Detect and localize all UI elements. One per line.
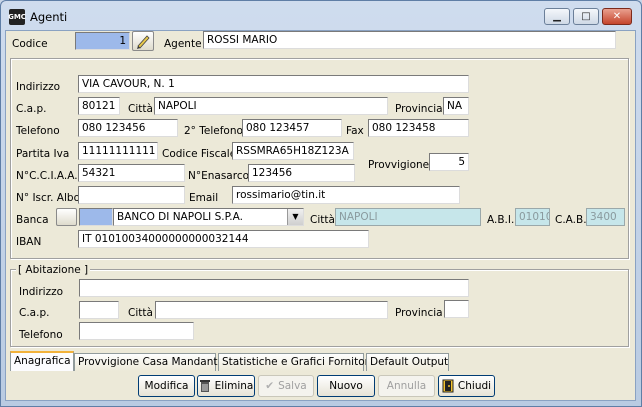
cab-input: 3400 — [586, 208, 625, 226]
title-bar[interactable]: GMC Agenti ▁ □ ✕ — [1, 1, 641, 31]
banca-selected-value: BANCO DI NAPOLI S.P.A. — [117, 211, 243, 223]
app-icon: GMC — [8, 9, 26, 25]
codice-fiscale-input[interactable]: RSSMRA65H18Z123A — [232, 142, 354, 160]
banca-citta-label: Città — [310, 214, 335, 226]
abitazione-provincia-label: Provincia — [395, 307, 443, 319]
salva-button[interactable]: ✔ Salva — [258, 375, 314, 397]
trash-icon — [199, 380, 210, 392]
provvigione-label: Provvigione — [368, 159, 430, 171]
tab-provvigione-casa-mandante[interactable]: Provvigione Casa Mandante — [74, 353, 224, 371]
provvigione-input[interactable]: 5 — [429, 153, 469, 171]
annulla-label: Annulla — [386, 380, 427, 392]
salva-label: Salva — [278, 380, 307, 392]
iban-label: IBAN — [16, 236, 42, 248]
iscr-albo-label: N° Iscr. Albo — [16, 192, 80, 204]
enasarco-input[interactable]: 123456 — [248, 164, 355, 182]
cciaa-input[interactable]: 54321 — [78, 164, 185, 182]
indirizzo-input[interactable]: VIA CAVOUR, N. 1 — [78, 75, 469, 93]
chevron-down-icon[interactable]: ▼ — [287, 209, 303, 225]
pencil-icon — [137, 35, 150, 49]
abitazione-indirizzo-label: Indirizzo — [19, 286, 64, 298]
banca-lookup-button[interactable] — [56, 208, 77, 226]
minimize-icon: ▁ — [553, 11, 561, 22]
codice-fiscale-label: Codice Fiscale — [162, 148, 237, 160]
tab-anagrafica[interactable]: Anagrafica — [10, 351, 74, 371]
telefono2-input[interactable]: 080 123457 — [242, 119, 342, 137]
tab-default-output[interactable]: Default Output — [366, 353, 449, 371]
nuovo-label: Nuovo — [329, 380, 363, 392]
tab-statistiche-grafici[interactable]: Statistiche e Grafici Fornitori — [218, 353, 372, 371]
codice-input[interactable]: 1 — [75, 32, 130, 50]
provincia-label: Provincia — [395, 103, 443, 115]
citta-input[interactable]: NAPOLI — [154, 97, 388, 115]
email-label: Email — [189, 192, 219, 204]
telefono-label: Telefono — [16, 125, 60, 137]
nuovo-button[interactable]: Nuovo — [317, 375, 375, 397]
annulla-button[interactable]: Annulla — [378, 375, 435, 397]
minimize-button[interactable]: ▁ — [544, 8, 570, 25]
banca-label: Banca — [16, 214, 49, 226]
telefono2-label: 2° Telefono — [184, 125, 243, 137]
abitazione-telefono-label: Telefono — [19, 329, 63, 341]
chiudi-label: Chiudi — [457, 380, 492, 392]
banca-citta-input: NAPOLI — [335, 208, 481, 226]
chiudi-button[interactable]: Chiudi — [438, 375, 495, 397]
elimina-button[interactable]: Elimina — [197, 375, 255, 397]
modifica-label: Modifica — [144, 380, 189, 392]
fax-input[interactable]: 080 123458 — [368, 119, 469, 137]
abitazione-citta-input[interactable] — [155, 301, 388, 319]
iban-input[interactable]: IT 01010034000000000032144 — [78, 230, 369, 248]
indirizzo-label: Indirizzo — [16, 81, 61, 93]
cab-label: C.A.B. — [555, 214, 587, 226]
provincia-input[interactable]: NA — [443, 97, 469, 115]
banca-code-input[interactable] — [79, 208, 113, 226]
email-input[interactable]: rossimario@tin.it — [232, 186, 460, 204]
cap-label: C.a.p. — [16, 103, 47, 115]
agente-input[interactable]: ROSSI MARIO — [203, 31, 616, 49]
partita-iva-label: Partita Iva — [16, 148, 70, 160]
close-button[interactable]: ✕ — [602, 8, 632, 25]
partita-iva-input[interactable]: 11111111111 — [78, 142, 158, 160]
iscr-albo-input[interactable] — [78, 186, 185, 204]
abitazione-cap-input[interactable] — [79, 301, 119, 319]
abi-label: A.B.I. — [487, 214, 515, 226]
close-icon: ✕ — [612, 11, 622, 22]
fax-label: Fax — [346, 125, 364, 137]
abitazione-citta-label: Città — [128, 307, 153, 319]
elimina-label: Elimina — [214, 380, 254, 392]
abitazione-provincia-input[interactable] — [444, 300, 469, 318]
checkmark-icon: ✔ — [265, 380, 275, 392]
maximize-icon: □ — [581, 11, 591, 22]
abitazione-title: [ Abitazione ] — [16, 264, 91, 276]
abi-input: 01010 — [515, 208, 550, 226]
abitazione-cap-label: C.a.p. — [19, 307, 50, 319]
lookup-button[interactable] — [132, 31, 154, 51]
banca-select[interactable]: BANCO DI NAPOLI S.P.A. ▼ — [113, 208, 304, 226]
telefono-input[interactable]: 080 123456 — [78, 119, 178, 137]
cciaa-label: N°C.C.I.A.A. — [16, 170, 78, 182]
maximize-button[interactable]: □ — [573, 8, 599, 25]
window-title: Agenti — [30, 10, 68, 24]
citta-label: Città — [128, 103, 153, 115]
abitazione-telefono-input[interactable] — [79, 322, 194, 340]
enasarco-label: N°Enasarco — [188, 170, 250, 182]
codice-label: Codice — [12, 38, 48, 50]
cap-input[interactable]: 80121 — [78, 97, 120, 115]
modifica-button[interactable]: Modifica — [138, 375, 195, 397]
abitazione-indirizzo-input[interactable] — [79, 279, 469, 297]
exit-door-icon — [442, 379, 454, 393]
agente-label: Agente — [164, 38, 202, 50]
